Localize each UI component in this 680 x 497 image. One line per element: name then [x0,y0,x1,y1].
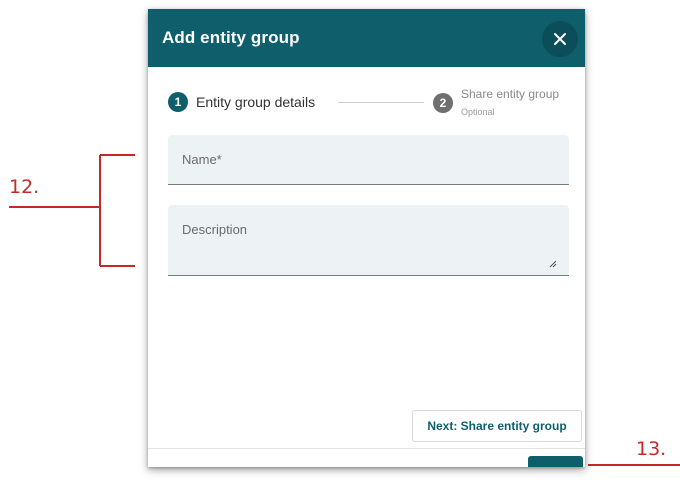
step-share-entity-group[interactable]: 2 Share entity group Optional [433,87,559,117]
dialog-title: Add entity group [162,28,300,47]
annotation-label-12: 12. [9,176,40,198]
step-2-label: Share entity group [461,87,560,101]
next-share-entity-group-button[interactable]: Next: Share entity group [412,410,582,442]
close-button[interactable] [542,21,578,57]
cancel-button[interactable]: Cancel [450,457,516,467]
step-1-number: 1 [168,92,188,112]
name-field-label: Name* [182,152,222,167]
bracket-12-line [9,154,135,267]
description-field[interactable]: Description [168,205,569,276]
step-2-number: 2 [433,93,453,113]
stepper-connector [338,102,424,103]
description-field-label: Description [182,222,248,237]
screenshot-stage: 12. 13. Add entity group 1 Entity group … [0,0,680,497]
close-icon [554,33,566,45]
dialog-header: Add entity group [148,9,585,67]
step-entity-group-details[interactable]: 1 Entity group details [168,92,315,112]
name-field[interactable]: Name* [168,135,569,185]
step-2-optional: Optional [461,107,495,117]
step-2-text: Share entity group Optional [461,87,559,117]
add-button[interactable]: Add [528,456,583,467]
add-entity-group-dialog: Add entity group 1 Entity group details … [148,9,585,467]
resize-handle-icon[interactable] [549,260,557,268]
footer-divider [148,448,585,449]
step-1-label: Entity group details [196,94,316,110]
annotation-label-13: 13. [636,438,667,460]
